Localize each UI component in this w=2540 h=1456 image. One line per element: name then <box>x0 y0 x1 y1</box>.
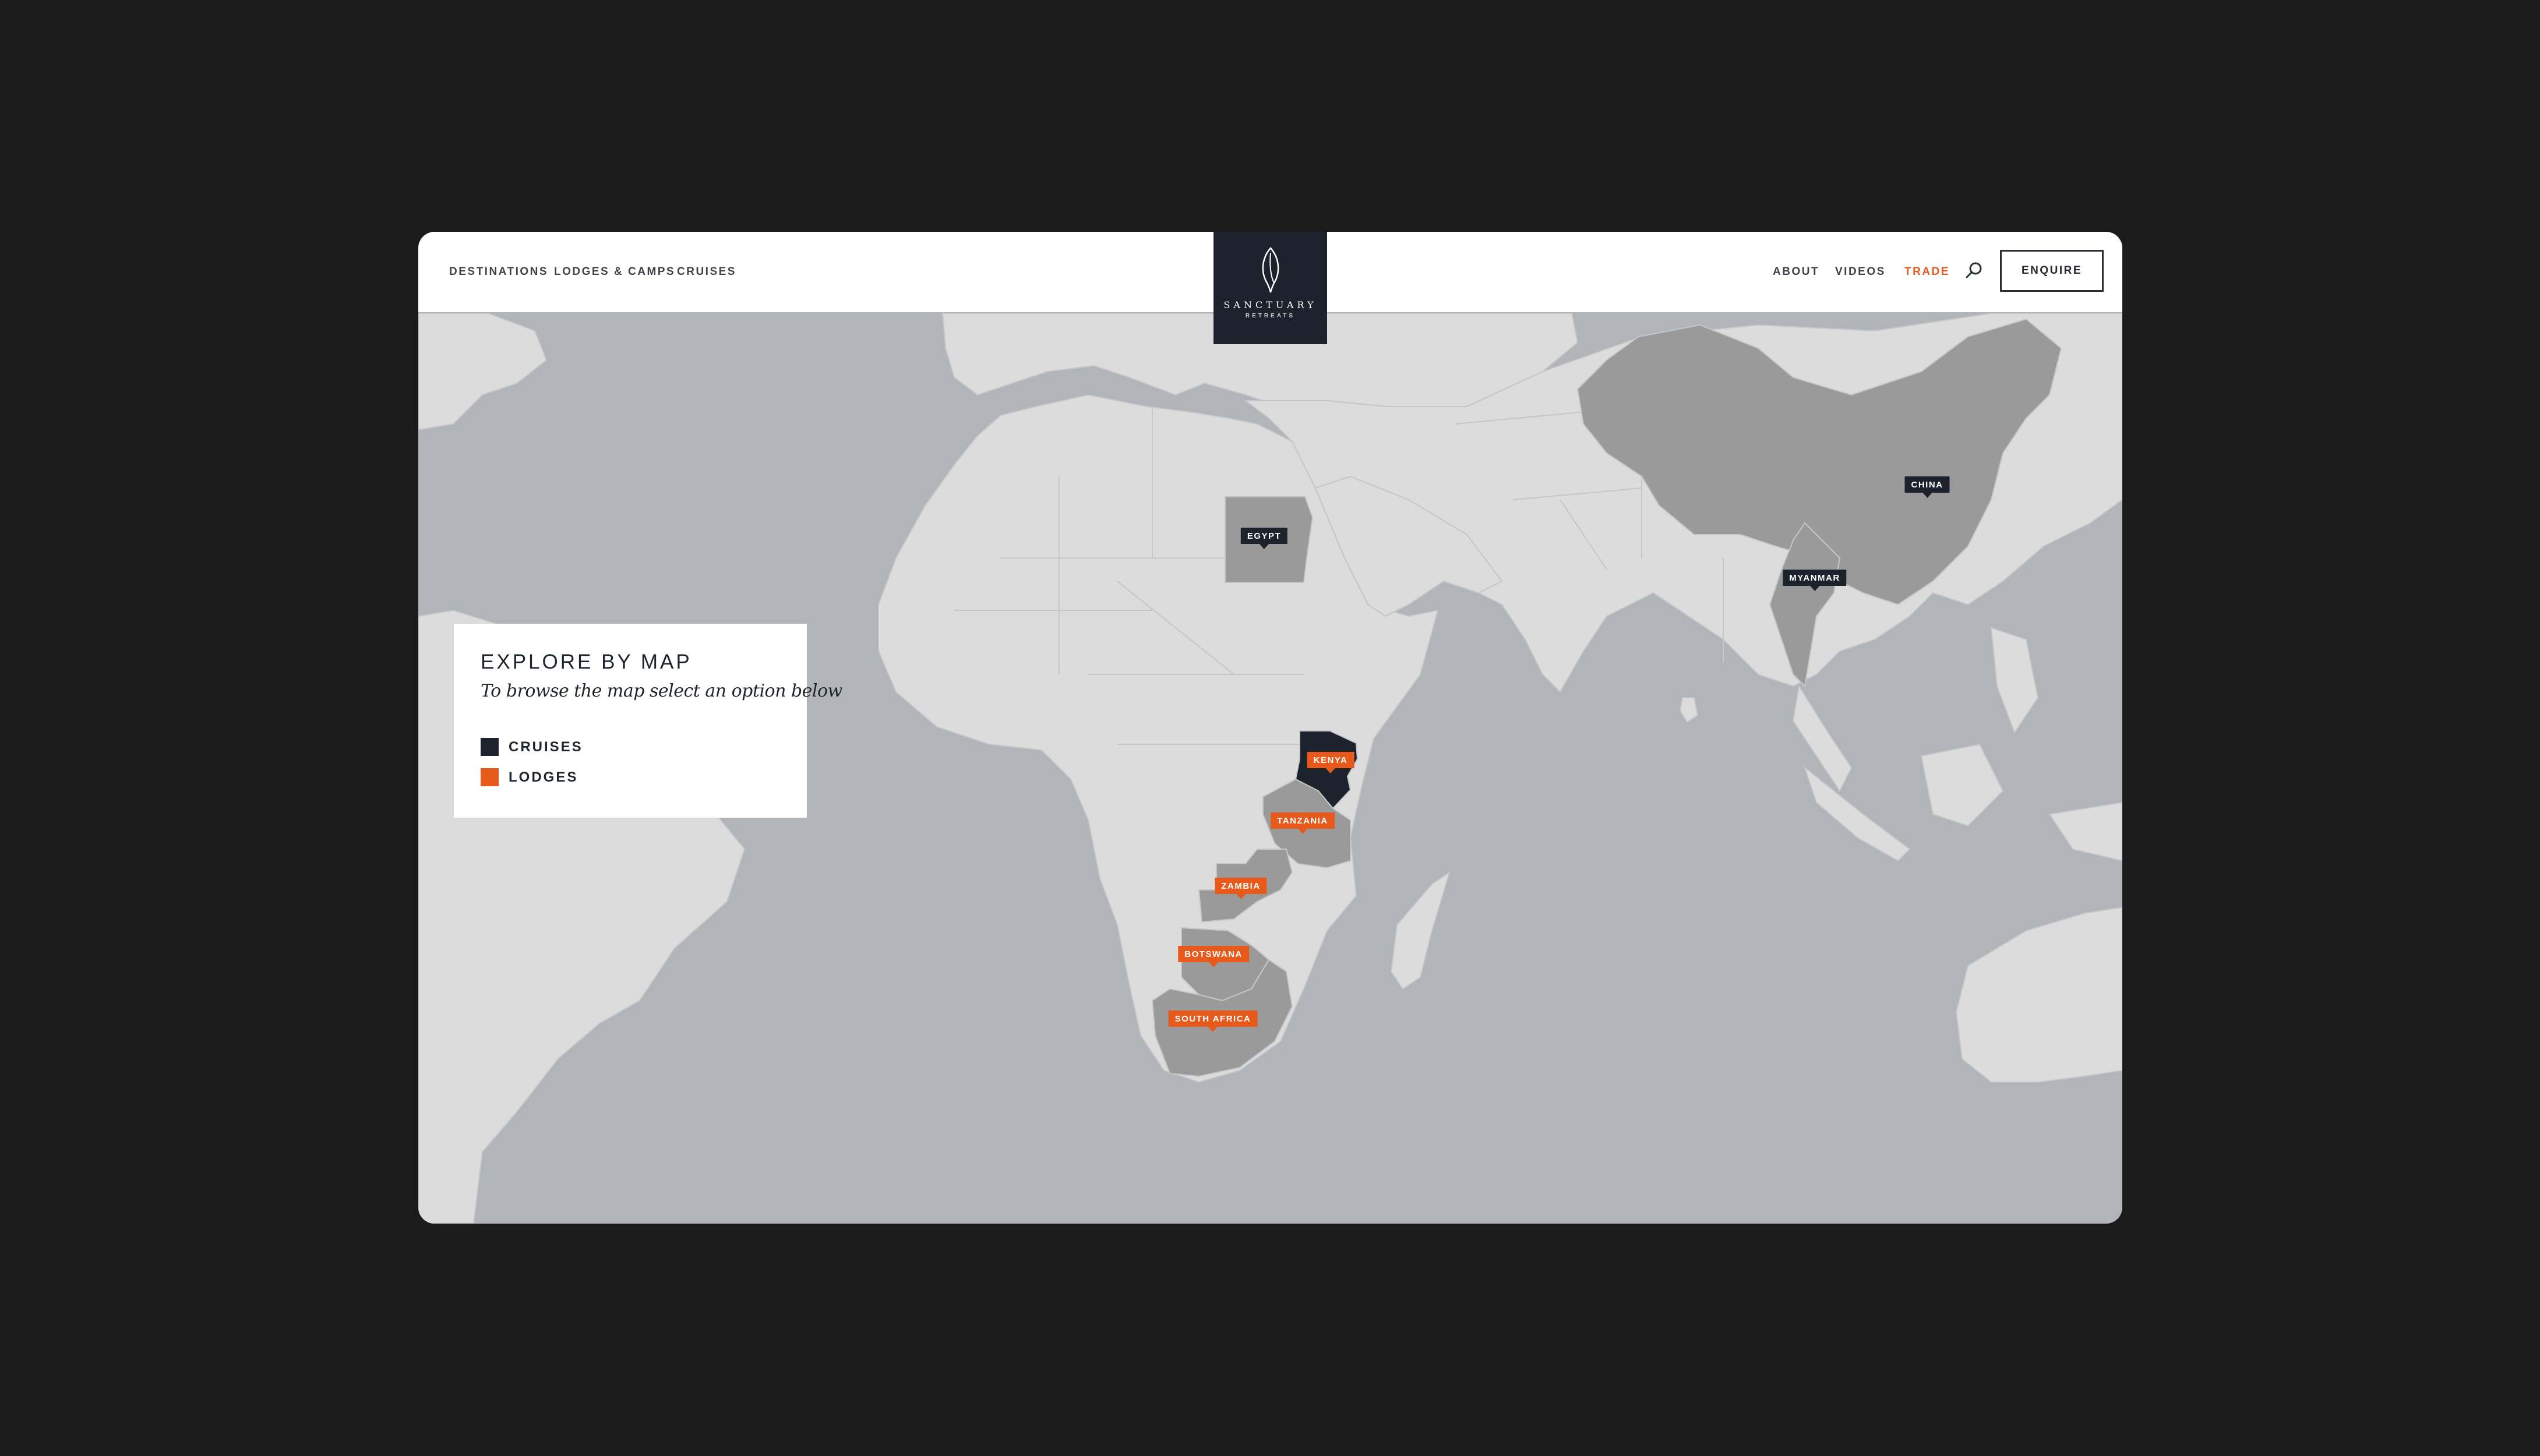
nav-lodges-camps[interactable]: LODGES & CAMPS <box>554 266 675 278</box>
tag-south-africa[interactable]: SOUTH AFRICA <box>1168 1010 1258 1032</box>
legend-label-cruises: CRUISES <box>509 738 583 755</box>
legend-item-cruises[interactable]: CRUISES <box>481 738 583 756</box>
search-icon[interactable] <box>1963 260 1985 282</box>
legend-panel: EXPLORE BY MAP To browse the map select … <box>454 624 842 818</box>
legend-swatch-lodges <box>481 768 499 786</box>
tag-tanzania[interactable]: TANZANIA <box>1271 812 1335 834</box>
nav-destinations[interactable]: DESTINATIONS <box>449 266 548 278</box>
logo-subtitle: RETREATS <box>1245 313 1296 319</box>
tag-zambia[interactable]: ZAMBIA <box>1215 878 1267 899</box>
tag-myanmar[interactable]: MYANMAR <box>1783 570 1847 591</box>
nav-trade[interactable]: TRADE <box>1904 266 1950 278</box>
tag-china[interactable]: CHINA <box>1904 476 1950 498</box>
legend-title: EXPLORE BY MAP <box>481 651 692 673</box>
leaf-icon <box>1262 247 1279 293</box>
nav-cruises[interactable]: CRUISES <box>677 266 736 278</box>
logo-name: SANCTUARY <box>1223 299 1317 310</box>
browser-window: DESTINATIONS LODGES & CAMPS CRUISES ABOU… <box>418 232 2122 1224</box>
legend-swatch-cruises <box>481 738 499 756</box>
tag-egypt[interactable]: EGYPT <box>1240 528 1288 549</box>
legend-label-lodges: LODGES <box>509 769 578 785</box>
enquire-button[interactable]: ENQUIRE <box>2000 250 2104 292</box>
tag-kenya[interactable]: KENYA <box>1307 752 1354 773</box>
legend-item-lodges[interactable]: LODGES <box>481 768 578 786</box>
nav-videos[interactable]: VIDEOS <box>1835 266 1886 278</box>
tag-botswana[interactable]: BOTSWANA <box>1178 946 1249 967</box>
nav-about[interactable]: ABOUT <box>1773 266 1819 278</box>
logo[interactable]: SANCTUARY RETREATS <box>1213 232 1327 344</box>
legend-subtitle: To browse the map select an option below <box>481 681 842 701</box>
